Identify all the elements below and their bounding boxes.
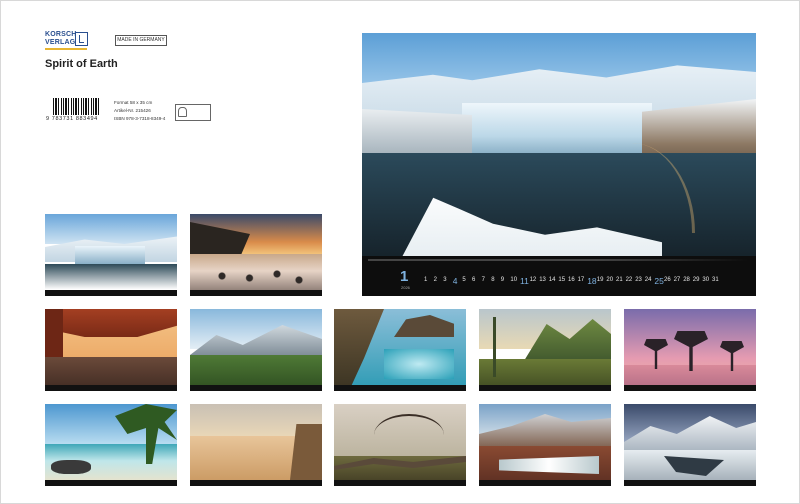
- thumb-green-mountains: [190, 309, 322, 391]
- calendar-day: 14: [548, 277, 556, 283]
- calendar-day: 3: [443, 277, 447, 283]
- calendar-day: 13: [539, 277, 546, 283]
- logo-line2: VERLAG: [45, 39, 76, 46]
- calendar-day: 11: [520, 276, 529, 286]
- thumb-sunset-coast: [190, 214, 322, 296]
- made-in-badge: MADE IN GERMANY: [115, 35, 167, 46]
- calendar-day: 20: [606, 277, 614, 283]
- calendar-day: 27: [673, 277, 681, 283]
- barcode-icon: [53, 98, 101, 115]
- calendar-day: 30: [702, 277, 710, 283]
- calendar-day: 19: [596, 277, 604, 283]
- calendar-day: 29: [692, 277, 700, 283]
- calendar-day: 31: [712, 277, 719, 283]
- fsc-tree-icon: [178, 107, 187, 117]
- calendar-day: 4: [452, 276, 458, 286]
- calendar-day: 2: [433, 277, 437, 283]
- calendar-days: 1 2 3 4 5 6 7 8 9 10 11 12 13 14 15 16 17 18 19 20 21 22 23 24 2…: [424, 276, 724, 287]
- calendar-month: 1: [400, 268, 409, 285]
- calendar-day: 8: [491, 277, 495, 283]
- hero-falls: [462, 103, 652, 158]
- logo-line1: KORSCH: [45, 31, 77, 38]
- calendar-day: 6: [472, 277, 476, 283]
- calendar-day: 5: [462, 277, 466, 283]
- calendar-strip: 1 2026 1 2 3 4 5 6 7 8 9 10 11 12 13 14 15 16 17 18 19 20 21…: [362, 256, 756, 296]
- calendar-day: 21: [616, 277, 623, 283]
- thumb-snowy-peaks: [624, 404, 756, 486]
- thumb-desert-dunes: [190, 404, 322, 486]
- thumb-mountain-stream: [479, 404, 611, 486]
- thumb-twisted-tree: [334, 404, 466, 486]
- hero-photo-waterfall: 1 2026 1 2 3 4 5 6 7 8 9 10 11 12 13 14 15 16 17 18 19 20 21…: [362, 33, 756, 296]
- thumb-agave-valley: [479, 309, 611, 391]
- photo-caption: [368, 259, 748, 261]
- calendar-day: 18: [587, 276, 597, 286]
- spec-isbn: ISBN 978-3-7318-8349-4: [114, 116, 166, 121]
- product-title: Spirit of Earth: [45, 58, 118, 70]
- product-specs: Format 58 x 35 cm Artikel-Nr. 215426 ISB…: [114, 99, 165, 123]
- spec-format: Format 58 x 35 cm: [114, 100, 153, 105]
- thumb-palm-beach: [45, 404, 177, 486]
- calendar-day: 12: [529, 277, 537, 283]
- calendar-day: 1: [424, 277, 428, 283]
- logo-mark-icon: [75, 32, 88, 46]
- calendar-day: 9: [500, 277, 505, 283]
- thumb-waterfall: [45, 214, 177, 296]
- calendar-back-sheet: KORSCH VERLAG MADE IN GERMANY Spirit of …: [0, 0, 800, 504]
- calendar-day: 22: [625, 277, 633, 283]
- calendar-year: 2026: [401, 285, 410, 290]
- calendar-day: 17: [577, 277, 585, 283]
- publisher-logo: KORSCH VERLAG: [45, 31, 88, 50]
- calendar-day: 28: [683, 277, 690, 283]
- calendar-day: 24: [644, 277, 652, 283]
- calendar-day: 26: [664, 277, 671, 283]
- calendar-day: 25: [654, 276, 664, 286]
- thumb-trees-lake: [624, 309, 756, 391]
- calendar-day: 15: [558, 277, 566, 283]
- barcode-number: 9 783731 883494: [46, 116, 98, 122]
- calendar-day: 10: [510, 277, 518, 283]
- spec-article: Artikel-Nr. 215426: [114, 108, 151, 113]
- calendar-day: 16: [568, 277, 575, 283]
- thumb-turquoise-bay: [334, 309, 466, 391]
- calendar-day: 7: [481, 277, 485, 283]
- fsc-label: [175, 104, 211, 121]
- logo-underline: [45, 48, 87, 50]
- thumb-arch-canyon: [45, 309, 177, 391]
- calendar-day: 23: [635, 277, 642, 283]
